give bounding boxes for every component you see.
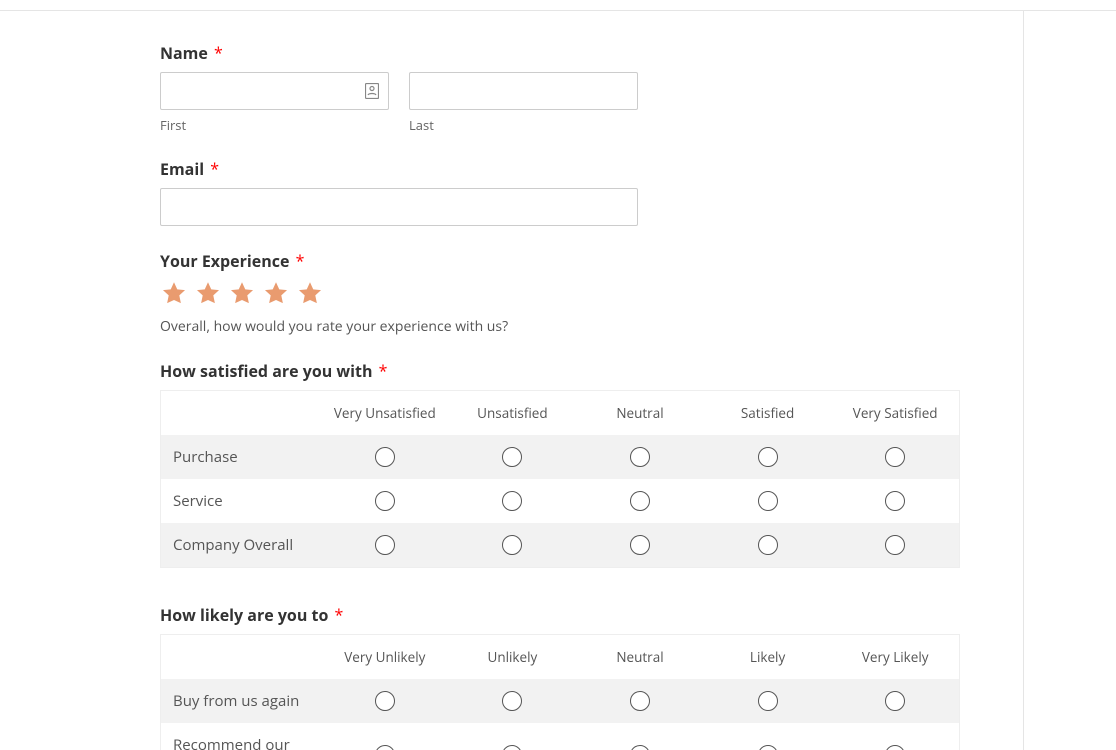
radio-option[interactable]: [375, 447, 395, 467]
experience-label-text: Your Experience: [160, 250, 289, 272]
required-mark: *: [335, 604, 344, 626]
first-name-input[interactable]: [160, 72, 389, 110]
likely-table: Very Unlikely Unlikely Neutral Likely Ve…: [160, 634, 960, 750]
experience-hint: Overall, how would you rate your experie…: [160, 317, 960, 336]
first-name-sublabel: First: [160, 116, 389, 134]
col-header: Very Unlikely: [321, 635, 449, 679]
radio-option[interactable]: [375, 535, 395, 555]
star-icon[interactable]: [296, 280, 324, 307]
likely-label-text: How likely are you to: [160, 604, 328, 626]
email-label-text: Email: [160, 158, 204, 180]
star-icon[interactable]: [262, 280, 290, 307]
likely-label: How likely are you to *: [160, 604, 960, 626]
radio-option[interactable]: [502, 491, 522, 511]
col-header: Satisfied: [704, 391, 832, 435]
last-name-sublabel: Last: [409, 116, 638, 134]
star-rating: [160, 280, 960, 307]
radio-option[interactable]: [630, 535, 650, 555]
radio-option[interactable]: [375, 745, 395, 750]
required-mark: *: [210, 158, 219, 180]
col-header: Very Satisfied: [831, 391, 959, 435]
radio-option[interactable]: [502, 535, 522, 555]
radio-option[interactable]: [502, 745, 522, 750]
table-row: Recommend our product to others: [161, 723, 959, 750]
radio-option[interactable]: [375, 491, 395, 511]
col-header: Very Likely: [831, 635, 959, 679]
table-row: Purchase: [161, 435, 959, 479]
likely-header-row: Very Unlikely Unlikely Neutral Likely Ve…: [161, 635, 959, 679]
required-mark: *: [296, 250, 305, 272]
survey-form: Name * First Last: [160, 42, 960, 750]
email-field: Email *: [160, 158, 960, 226]
radio-option[interactable]: [502, 447, 522, 467]
radio-option[interactable]: [630, 491, 650, 511]
row-label: Buy from us again: [161, 679, 321, 723]
radio-option[interactable]: [758, 491, 778, 511]
col-header: Very Unsatisfied: [321, 391, 449, 435]
table-row: Buy from us again: [161, 679, 959, 723]
likely-field: How likely are you to * Very Unlikely Un…: [160, 604, 960, 750]
table-row: Service: [161, 479, 959, 523]
radio-option[interactable]: [630, 745, 650, 750]
satisfaction-label-text: How satisfied are you with: [160, 360, 372, 382]
last-name-input[interactable]: [409, 72, 638, 110]
col-header: Neutral: [576, 635, 704, 679]
radio-option[interactable]: [502, 691, 522, 711]
radio-option[interactable]: [758, 745, 778, 750]
satisfaction-field: How satisfied are you with * Very Unsati…: [160, 360, 960, 568]
required-mark: *: [214, 42, 223, 64]
satisfaction-table: Very Unsatisfied Unsatisfied Neutral Sat…: [160, 390, 960, 568]
table-row: Company Overall: [161, 523, 959, 567]
radio-option[interactable]: [758, 535, 778, 555]
col-header: Unlikely: [449, 635, 577, 679]
radio-option[interactable]: [758, 691, 778, 711]
col-header: Unsatisfied: [449, 391, 577, 435]
row-label: Company Overall: [161, 523, 321, 567]
name-label: Name *: [160, 42, 960, 64]
star-icon[interactable]: [228, 280, 256, 307]
radio-option[interactable]: [630, 447, 650, 467]
satisfaction-label: How satisfied are you with *: [160, 360, 960, 382]
email-input[interactable]: [160, 188, 638, 226]
satisfaction-header-row: Very Unsatisfied Unsatisfied Neutral Sat…: [161, 391, 959, 435]
star-icon[interactable]: [194, 280, 222, 307]
col-header: Likely: [704, 635, 832, 679]
email-label: Email *: [160, 158, 960, 180]
name-field: Name * First Last: [160, 42, 960, 134]
name-label-text: Name: [160, 42, 208, 64]
radio-option[interactable]: [885, 447, 905, 467]
experience-label: Your Experience *: [160, 250, 960, 272]
radio-option[interactable]: [885, 535, 905, 555]
row-label: Purchase: [161, 435, 321, 479]
row-label: Service: [161, 479, 321, 523]
col-header: Neutral: [576, 391, 704, 435]
radio-option[interactable]: [375, 691, 395, 711]
radio-option[interactable]: [885, 491, 905, 511]
radio-option[interactable]: [885, 691, 905, 711]
radio-option[interactable]: [885, 745, 905, 750]
star-icon[interactable]: [160, 280, 188, 307]
radio-option[interactable]: [630, 691, 650, 711]
row-label: Recommend our product to others: [161, 723, 321, 750]
experience-field: Your Experience * Overall, how would you…: [160, 250, 960, 336]
required-mark: *: [379, 360, 388, 382]
radio-option[interactable]: [758, 447, 778, 467]
